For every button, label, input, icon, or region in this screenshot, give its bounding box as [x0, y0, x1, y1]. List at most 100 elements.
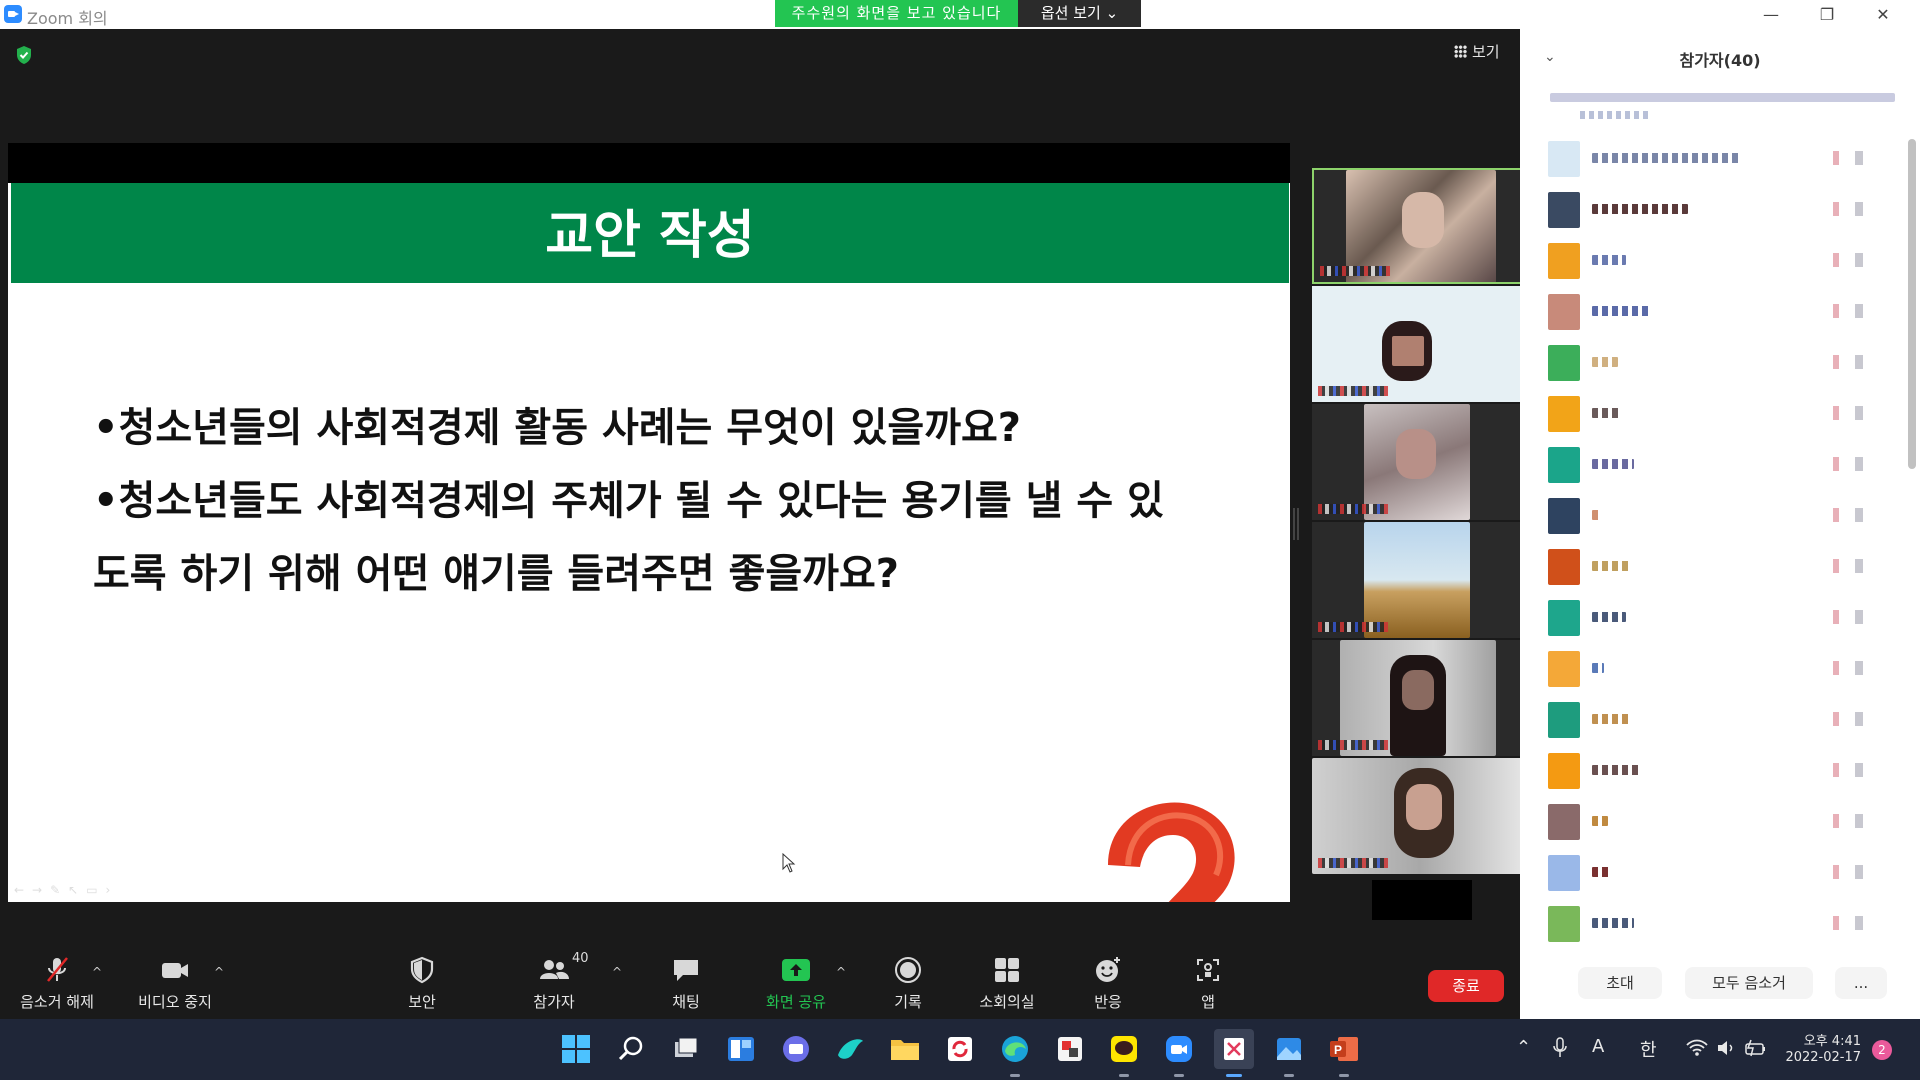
battery-charging-icon[interactable] [1744, 1039, 1768, 1057]
widgets-button[interactable] [721, 1029, 761, 1069]
stop-video-button[interactable]: 비디오 중지 [128, 951, 222, 1011]
participant-status-icons[interactable] [1833, 610, 1869, 624]
slide-navigation-controls[interactable]: ←→✎↖▭› [14, 883, 144, 897]
participant-status-icons[interactable] [1833, 202, 1869, 216]
participants-options-caret-icon[interactable]: ^ [612, 965, 622, 979]
unmute-button[interactable]: 음소거 해제 [10, 951, 104, 1011]
participant-row[interactable] [1548, 853, 1898, 893]
participant-name-obscured [1592, 153, 1740, 163]
participant-status-icons[interactable] [1833, 865, 1869, 879]
video-thumbnail[interactable] [1312, 286, 1528, 402]
video-thumbnail[interactable] [1312, 640, 1528, 756]
close-button[interactable]: ✕ [1855, 0, 1911, 29]
participant-status-icons[interactable] [1833, 814, 1869, 828]
participant-row[interactable] [1548, 802, 1898, 842]
participant-row[interactable] [1548, 394, 1898, 434]
participant-row[interactable] [1548, 343, 1898, 383]
task-view-button[interactable] [666, 1029, 706, 1069]
file-explorer-taskbar-app[interactable] [885, 1029, 925, 1069]
participant-row[interactable] [1548, 445, 1898, 485]
record-button[interactable]: 기록 [886, 951, 930, 1011]
participant-row[interactable] [1548, 241, 1898, 281]
edge-browser-taskbar-app[interactable] [995, 1029, 1035, 1077]
participant-status-icons[interactable] [1833, 151, 1869, 165]
participant-status-icons[interactable] [1833, 661, 1869, 675]
photo-app-taskbar-app[interactable] [1050, 1029, 1090, 1069]
video-thumbnail[interactable] [1312, 168, 1528, 284]
participant-row[interactable] [1548, 700, 1898, 740]
zoom-taskbar-app[interactable] [1159, 1029, 1199, 1077]
participant-status-icons[interactable] [1833, 916, 1869, 930]
view-options-button[interactable]: 옵션 보기 ⌄ [1018, 0, 1141, 27]
video-thumbnail[interactable] [1312, 758, 1528, 874]
participant-status-icons[interactable] [1833, 253, 1869, 267]
encryption-shield-icon[interactable] [14, 45, 34, 65]
participant-row[interactable] [1548, 751, 1898, 791]
window-title: Zoom 회의 [27, 9, 108, 28]
video-thumbnail[interactable] [1312, 522, 1528, 638]
notification-count-badge[interactable]: 2 [1872, 1040, 1892, 1060]
participant-row[interactable] [1548, 496, 1898, 536]
participant-status-icons[interactable] [1833, 508, 1869, 522]
participant-name-obscured [1592, 765, 1642, 775]
audio-options-caret-icon[interactable]: ^ [92, 965, 102, 979]
invite-button[interactable]: 초대 [1578, 967, 1662, 999]
slide-bullet-1: •청소년들의 사회적경제 활동 사례는 무엇이 있을까요? [93, 405, 1021, 451]
participant-row[interactable] [1548, 547, 1898, 587]
share-screen-button[interactable]: 화면 공유 [758, 951, 834, 1011]
participant-status-icons[interactable] [1833, 304, 1869, 318]
participant-name-obscured [1592, 255, 1626, 265]
breakout-rooms-icon [995, 958, 1019, 982]
splitter-handle[interactable] [1293, 508, 1299, 540]
share-options-caret-icon[interactable]: ^ [836, 965, 846, 979]
participant-status-icons[interactable] [1833, 559, 1869, 573]
question-mark-figure-illustration [1108, 802, 1235, 902]
show-hidden-icons-chevron-icon[interactable]: ⌃ [1516, 1037, 1531, 1058]
powerpoint-taskbar-app[interactable]: P [1324, 1029, 1364, 1077]
sync-app-taskbar-app[interactable] [940, 1029, 980, 1069]
participant-row[interactable] [1548, 904, 1898, 944]
restore-button[interactable]: ❐ [1799, 0, 1855, 29]
participant-name-obscured [1592, 561, 1630, 571]
panel-scrollbar[interactable] [1908, 139, 1916, 469]
participant-row[interactable] [1548, 139, 1898, 179]
clock-time[interactable]: 오후 4:41 [1797, 1030, 1861, 1049]
participant-row[interactable] [1548, 190, 1898, 230]
more-button[interactable]: ... [1835, 967, 1887, 999]
participant-search-bar[interactable] [1550, 93, 1895, 102]
start-button[interactable] [556, 1029, 596, 1069]
teams-chat-taskbar-app[interactable] [776, 1029, 816, 1069]
apps-button[interactable]: 앱 [1186, 951, 1230, 1011]
photos-taskbar-app[interactable] [1269, 1029, 1309, 1077]
snipping-tool-taskbar-app[interactable] [1214, 1029, 1254, 1077]
volume-icon[interactable] [1716, 1039, 1736, 1057]
participant-status-icons[interactable] [1833, 712, 1869, 726]
microphone-tray-icon[interactable] [1553, 1037, 1567, 1059]
participant-row[interactable] [1548, 598, 1898, 638]
search-button[interactable] [611, 1029, 651, 1069]
participant-row[interactable] [1548, 649, 1898, 689]
participant-status-icons[interactable] [1833, 763, 1869, 777]
participant-status-icons[interactable] [1833, 457, 1869, 471]
video-thumbnail[interactable] [1312, 404, 1528, 520]
view-layout-button[interactable]: 보기 [1450, 40, 1512, 64]
participant-status-icons[interactable] [1833, 355, 1869, 369]
ime-mode-indicator[interactable]: A [1592, 1036, 1604, 1057]
bird-app-taskbar-app[interactable] [830, 1029, 870, 1069]
participants-button[interactable]: 40 참가자 [522, 951, 588, 1011]
ime-language-indicator[interactable]: 한 [1640, 1036, 1657, 1062]
breakout-rooms-button[interactable]: 소회의실 [972, 951, 1042, 1011]
participant-status-icons[interactable] [1833, 406, 1869, 420]
participant-row[interactable] [1548, 292, 1898, 332]
chat-button[interactable]: 채팅 [664, 951, 708, 1011]
security-button[interactable]: 보안 [400, 951, 444, 1011]
participant-name-obscured [1592, 612, 1626, 622]
clock-date[interactable]: 2022-02-17 [1780, 1050, 1861, 1065]
wifi-icon[interactable] [1686, 1039, 1708, 1057]
kakaotalk-taskbar-app[interactable] [1104, 1029, 1144, 1077]
end-meeting-button[interactable]: 종료 [1428, 970, 1504, 1002]
video-options-caret-icon[interactable]: ^ [214, 965, 224, 979]
reactions-button[interactable]: 반응 [1086, 951, 1130, 1011]
minimize-button[interactable]: — [1743, 0, 1799, 29]
mute-all-button[interactable]: 모두 음소거 [1685, 967, 1813, 999]
